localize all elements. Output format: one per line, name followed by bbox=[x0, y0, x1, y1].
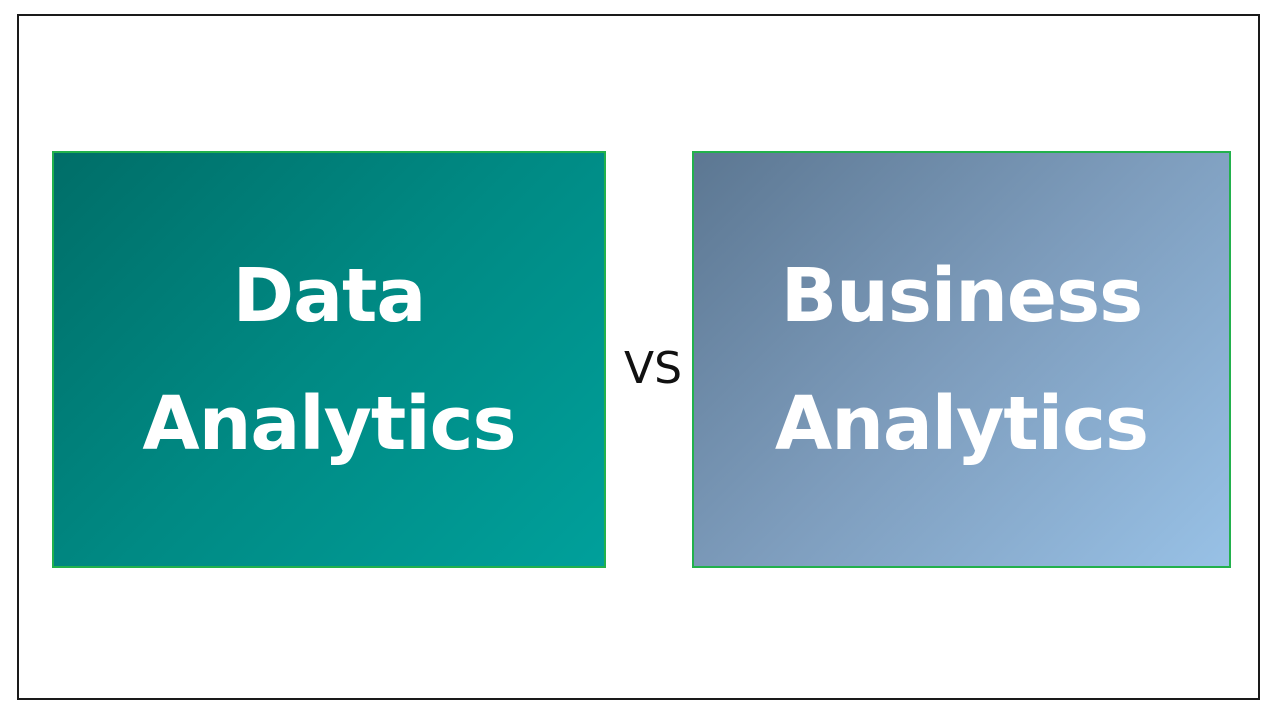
business-analytics-label: Business Analytics bbox=[774, 232, 1149, 488]
business-analytics-line2: Analytics bbox=[774, 380, 1149, 467]
data-analytics-box: Data Analytics bbox=[52, 151, 606, 568]
data-analytics-line2: Analytics bbox=[142, 380, 516, 467]
vs-separator: VS bbox=[623, 343, 683, 394]
business-analytics-line1: Business bbox=[780, 252, 1143, 339]
business-analytics-box: Business Analytics bbox=[692, 151, 1231, 568]
data-analytics-line1: Data bbox=[232, 252, 427, 339]
data-analytics-label: Data Analytics bbox=[142, 232, 516, 488]
